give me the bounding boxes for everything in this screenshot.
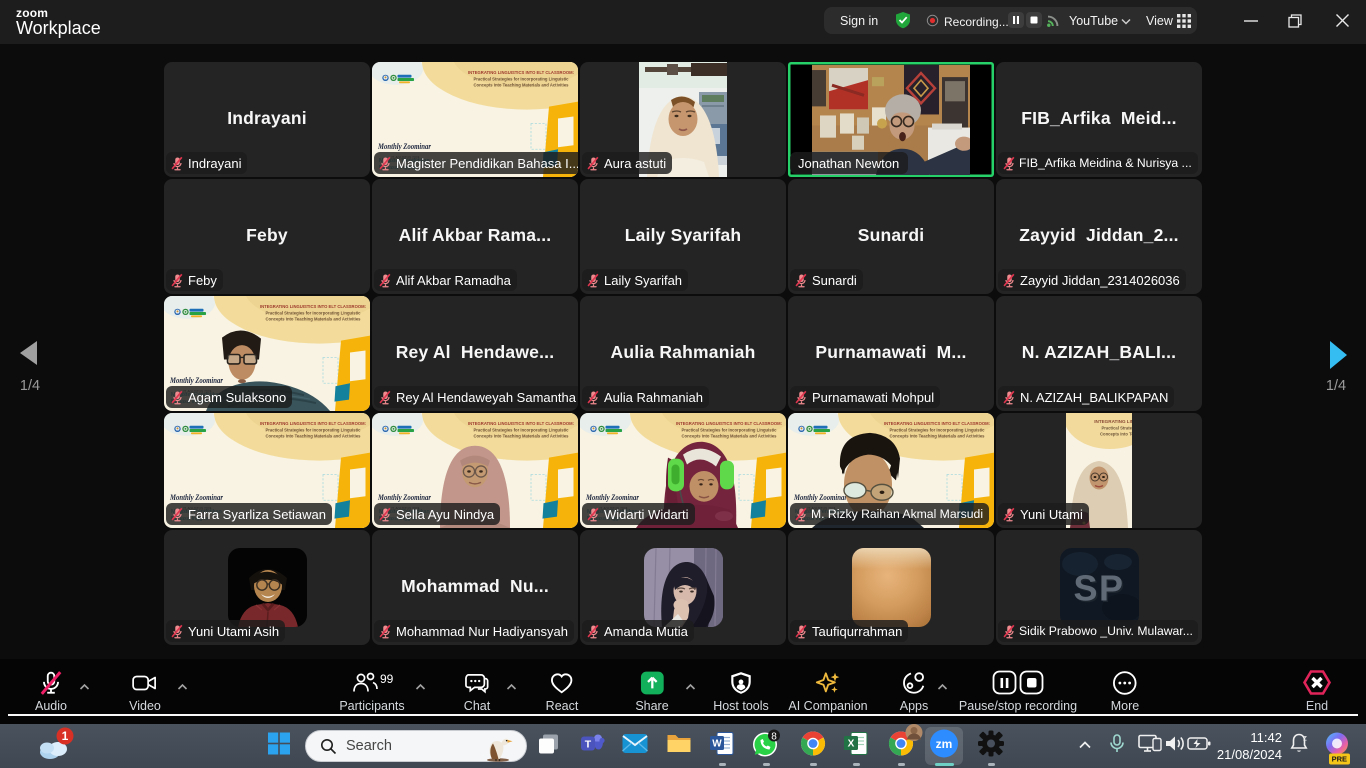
svg-text:Concepts into Teaching Materia: Concepts into Teaching Materials and Act… [682, 433, 778, 438]
svg-text:T: T [585, 739, 592, 751]
svg-text:Monthly Zoominar: Monthly Zoominar [793, 492, 847, 502]
svg-text:Practical Strategies for Incor: Practical Strategies for Incorporating L… [266, 427, 362, 432]
svg-text:Monthly Zoominar: Monthly Zoominar [377, 141, 431, 151]
svg-text:Concepts into Teaching Materia: Concepts into Teaching Materials and Act… [890, 433, 986, 438]
svg-text:Concepts into Teaching Materia: Concepts into Teaching Materials and Act… [266, 433, 362, 438]
svg-text:Practical Strateg: Practical Strateg [1101, 426, 1132, 431]
svg-text:Concepts into Teaching Materia: Concepts into Teaching Materials and Act… [474, 82, 570, 87]
svg-text:Practical Strategies for Incor: Practical Strategies for Incorporating L… [266, 310, 362, 315]
svg-text:zm: zm [936, 737, 953, 751]
svg-text:Monthly Zoominar: Monthly Zoominar [169, 492, 223, 502]
svg-text:INTEGRATING LINGUISTICS INTO E: INTEGRATING LINGUISTICS INTO ELT CLASSRO… [884, 421, 990, 426]
svg-text:8: 8 [771, 731, 777, 742]
svg-text:Concepts into Teaching Materia: Concepts into Teaching Materials and Act… [266, 316, 362, 321]
svg-text:z: z [1303, 734, 1307, 743]
svg-text:Monthly Zoominar: Monthly Zoominar [377, 492, 431, 502]
svg-text:SP: SP [1073, 568, 1124, 609]
svg-text:INTEGRATING LINGUISTICS INTO E: INTEGRATING LINGUISTICS INTO ELT CLASSRO… [468, 421, 574, 426]
svg-text:Practical Strategies for Incor: Practical Strategies for Incorporating L… [682, 427, 778, 432]
svg-text:Practical Strategies for Incor: Practical Strategies for Incorporating L… [474, 76, 570, 81]
svg-text:INTEGRATING LINGUISTICS INTO E: INTEGRATING LINGUISTICS INTO ELT CLASSRO… [260, 421, 366, 426]
svg-text:INTEGRATING LINGUISTICS INTO E: INTEGRATING LINGUISTICS INTO ELT CLASSRO… [676, 421, 782, 426]
svg-text:Practical Strategies for Incor: Practical Strategies for Incorporating L… [474, 427, 570, 432]
svg-text:INTEGRATING LING: INTEGRATING LING [1094, 419, 1132, 424]
svg-text:Concepts into Tea: Concepts into Tea [1100, 432, 1132, 437]
svg-text:X: X [848, 739, 855, 750]
svg-text:1: 1 [62, 729, 69, 743]
svg-text:Practical Strategies for Incor: Practical Strategies for Incorporating L… [890, 427, 986, 432]
svg-text:W: W [712, 739, 722, 750]
svg-text:Monthly Zoominar: Monthly Zoominar [585, 492, 639, 502]
svg-text:Monthly Zoominar: Monthly Zoominar [169, 375, 223, 385]
svg-text:INTEGRATING LINGUISTICS INTO E: INTEGRATING LINGUISTICS INTO ELT CLASSRO… [260, 304, 366, 309]
svg-text:99: 99 [380, 672, 394, 686]
svg-text:INTEGRATING LINGUISTICS INTO E: INTEGRATING LINGUISTICS INTO ELT CLASSRO… [468, 70, 574, 75]
svg-text:Concepts into Teaching Materia: Concepts into Teaching Materials and Act… [474, 433, 570, 438]
